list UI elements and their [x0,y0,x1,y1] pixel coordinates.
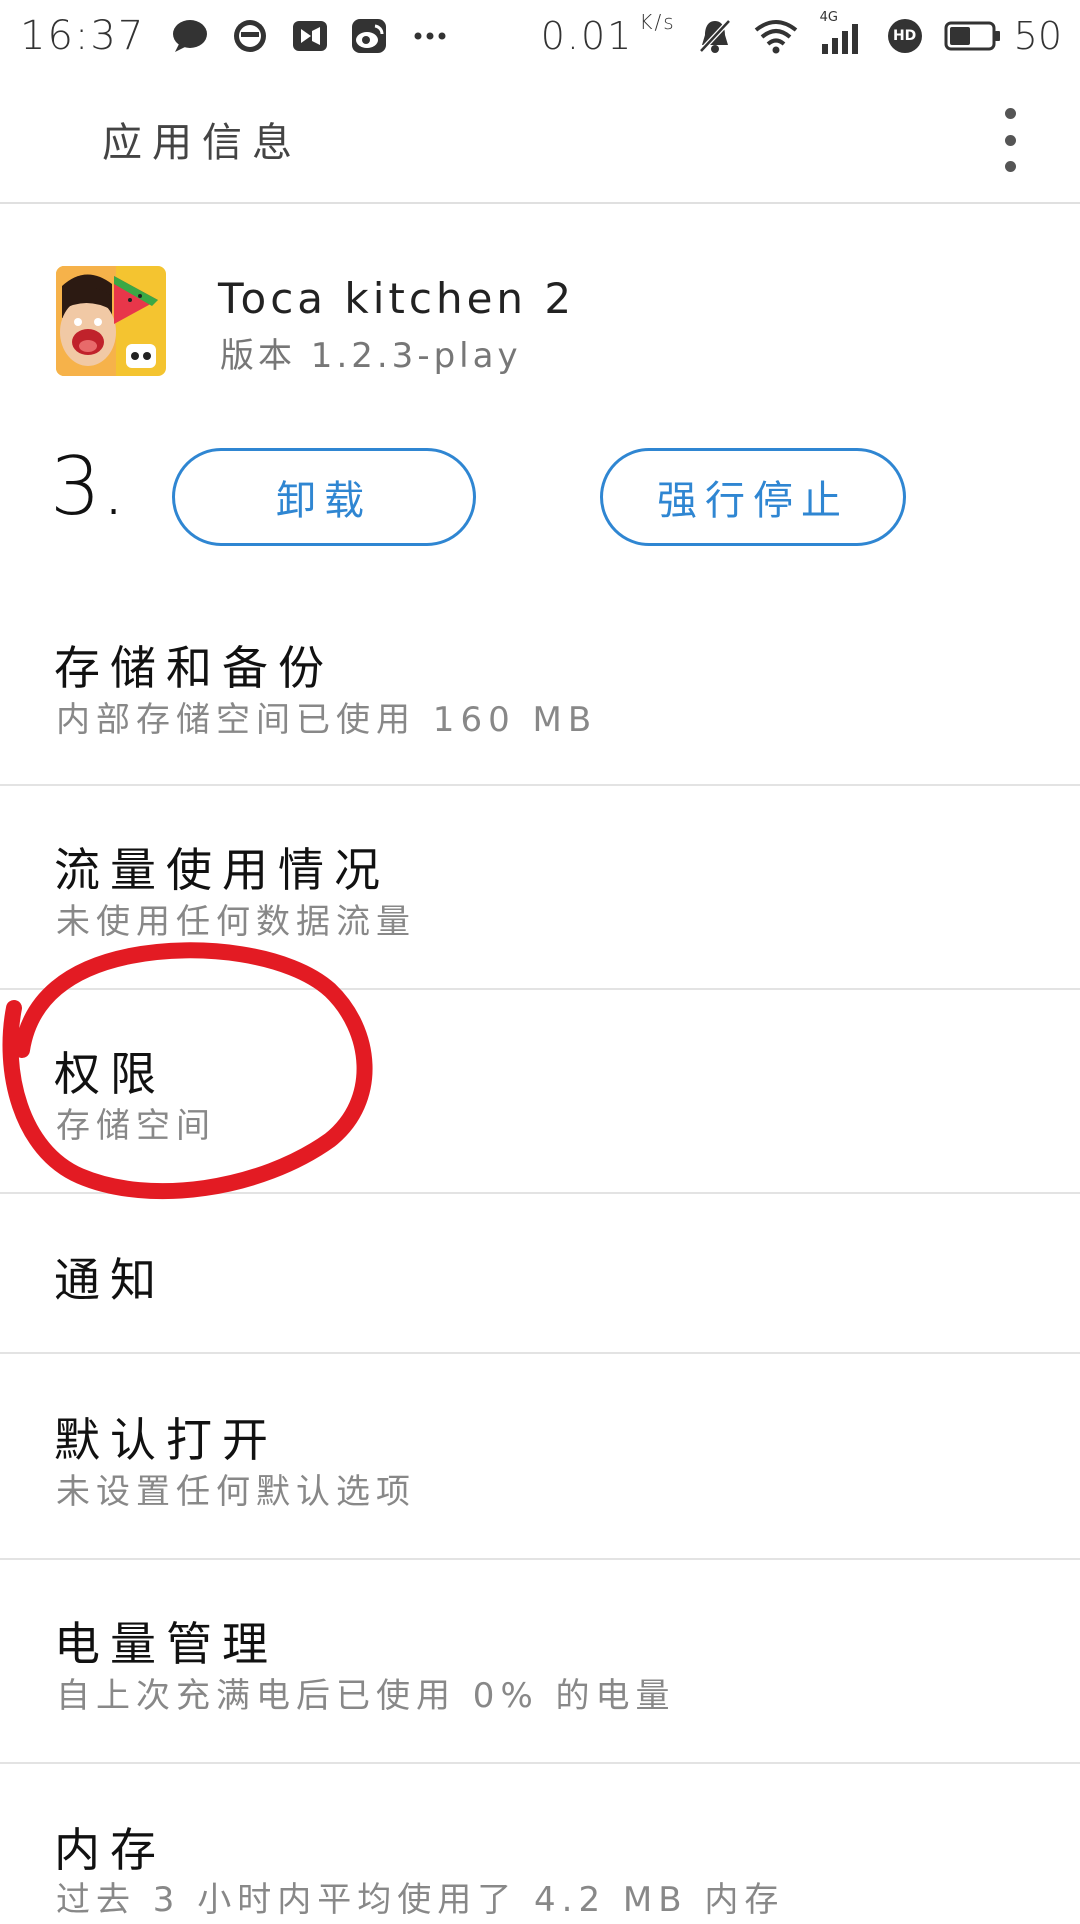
more-vertical-icon [1004,108,1016,119]
system-status: 0.01 K/s 4G HD 50 [540,10,1062,58]
list-item-title: 内存 [54,1823,166,1877]
network-speed-value: 0.01 [540,14,634,58]
list-item-subtitle: 存储空间 [56,1106,216,1146]
list-item-data-usage[interactable]: 流量使用情况 未使用任何数据流量 [0,786,1080,990]
list-item-subtitle: 未设置任何默认选项 [56,1472,416,1512]
list-item-storage[interactable]: 存储和备份 内部存储空间已使用 160 MB [0,580,1080,786]
muted-bell-icon [696,17,734,55]
list-item-title: 流量使用情况 [54,843,390,897]
list-item-title: 默认打开 [54,1413,278,1467]
list-item-memory[interactable]: 内存 过去 3 小时内平均使用了 4.2 MB 内存 [0,1764,1080,1924]
more-vertical-icon-dot [1004,134,1016,146]
list-item-subtitle: 过去 3 小时内平均使用了 4.2 MB 内存 [56,1880,785,1920]
chat-bubble-icon [171,17,209,55]
list-item-title: 电量管理 [54,1617,278,1671]
video-icon [291,17,329,55]
signal-4g-icon: 4G [818,10,866,56]
network-speed-unit: K/s [639,10,676,34]
circle-app-icon [231,17,269,55]
app-info-header: Toca kitchen 2 版本 1.2.3-play [0,204,1080,424]
list-item-open-by-default[interactable]: 默认打开 未设置任何默认选项 [0,1354,1080,1560]
list-item-title: 权限 [54,1047,166,1101]
list-item-subtitle: 自上次充满电后已使用 0% 的电量 [56,1676,676,1716]
list-item-notifications[interactable]: 通知 [0,1194,1080,1354]
app-name: Toca kitchen 2 [218,274,576,323]
force-stop-button[interactable]: 强行停止 [600,448,906,546]
status-time: 16:37 [20,13,146,59]
list-item-title: 存储和备份 [54,641,334,695]
uninstall-button[interactable]: 卸载 [172,448,476,546]
toca-kitchen-app-icon [56,266,166,376]
page-title: 应用信息 [102,120,302,166]
more-options-button[interactable] [990,108,1030,172]
wifi-icon [754,18,798,54]
app-version: 版本 1.2.3-play [220,336,522,376]
network-speed: 0.01 K/s [540,10,676,58]
weibo-icon [351,17,389,55]
list-item-subtitle: 未使用任何数据流量 [56,902,416,942]
status-bar: 16:37 0.01 K/s 4G HD 50 [0,0,1080,72]
hd-label: HD [892,28,917,44]
list-item-title: 通知 [54,1253,166,1307]
hd-icon: HD [886,17,924,55]
more-vertical-icon-dot [1004,161,1016,172]
step-annotation-label: 3. [50,440,127,533]
more-dots-icon [411,17,449,55]
battery-icon [944,20,1002,52]
network-type-label: 4G [819,10,838,25]
list-item-subtitle: 内部存储空间已使用 160 MB [56,700,598,740]
battery-level: 50 [1013,14,1062,58]
list-item-permissions[interactable]: 权限 存储空间 [0,990,1080,1194]
app-bar: 应用信息 [0,72,1080,204]
list-item-battery[interactable]: 电量管理 自上次充满电后已使用 0% 的电量 [0,1560,1080,1764]
notification-icons [171,17,449,55]
